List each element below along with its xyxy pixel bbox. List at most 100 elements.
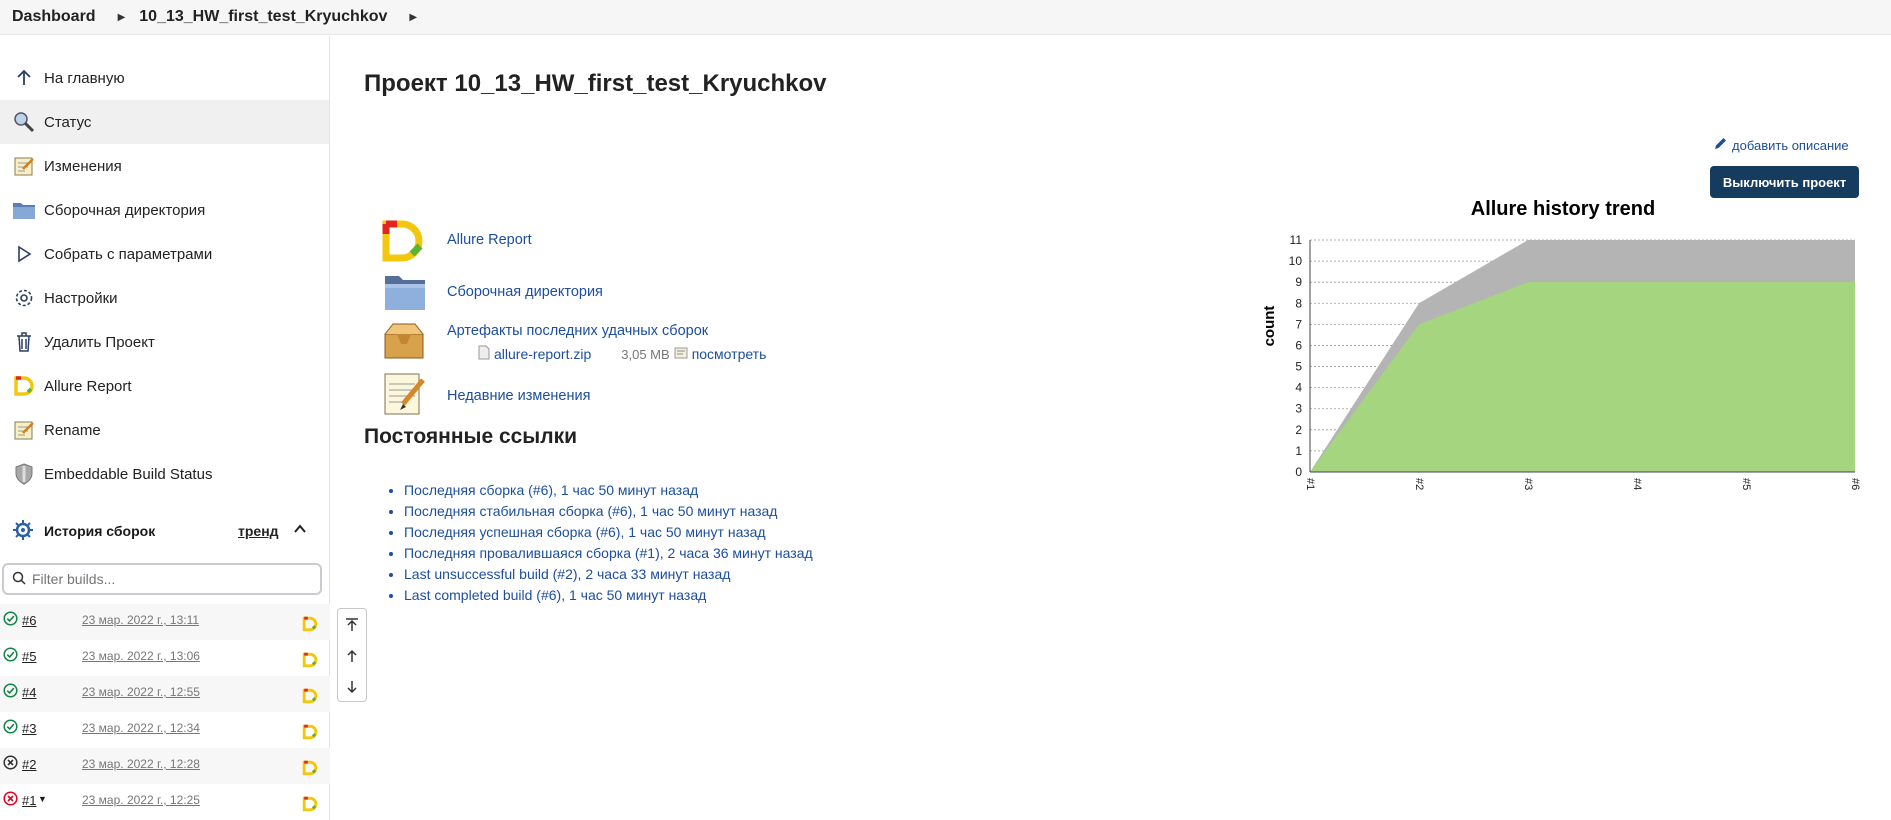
build-date-link[interactable]: 23 мар. 2022 г., 13:06 [82, 649, 200, 663]
build-date-link[interactable]: 23 мар. 2022 г., 12:25 [82, 793, 200, 807]
artifact-view-link[interactable]: посмотреть [692, 346, 767, 362]
success-icon [3, 719, 18, 737]
list-item: Last unsuccessful build (#2), 2 часа 33 … [404, 564, 813, 585]
scroll-up-icon[interactable] [338, 640, 366, 671]
chart-x-tick-label: #2 [1413, 478, 1425, 490]
play-icon [12, 242, 36, 266]
chart-y-tick-label: 7 [1295, 317, 1302, 331]
chevron-down-icon[interactable]: ▼ [38, 794, 47, 804]
list-item: Последняя стабильная сборка (#6), 1 час … [404, 501, 813, 522]
build-date-link[interactable]: 23 мар. 2022 г., 12:55 [82, 685, 200, 699]
artifact-row: allure-report.zip 3,05 MB посмотреть [478, 345, 766, 363]
chart-y-tick-label: 1 [1295, 444, 1302, 458]
sidebar-item-changes[interactable]: Изменения [0, 144, 329, 188]
permalink-last-unsuccessful-build[interactable]: Last unsuccessful build (#2), 2 часа 33 … [404, 566, 730, 582]
sidebar-item-label: Настройки [44, 289, 118, 307]
build-date-link[interactable]: 23 мар. 2022 г., 12:34 [82, 721, 200, 735]
build-row: #4 23 мар. 2022 г., 12:55 [0, 676, 330, 712]
failed-icon [3, 791, 18, 809]
build-row: #3 23 мар. 2022 г., 12:34 [0, 712, 330, 748]
scroll-controls [337, 608, 367, 702]
sidebar-item-build-with-params[interactable]: Собрать с параметрами [0, 232, 329, 276]
sidebar-item-status[interactable]: Статус [0, 100, 329, 144]
chart-y-axis-label: count [1261, 306, 1278, 347]
chart-series-area [1310, 282, 1855, 472]
chart-x-tick-label: #1 [1304, 478, 1316, 490]
trend-link[interactable]: тренд [238, 523, 279, 539]
filter-builds-field[interactable] [2, 563, 322, 595]
gear-icon [12, 286, 36, 310]
sidebar-item-allure-report[interactable]: Allure Report [0, 364, 329, 408]
sidebar-item-configure[interactable]: Настройки [0, 276, 329, 320]
chevron-up-icon[interactable] [292, 521, 308, 540]
chart-x-tick-label: #5 [1740, 478, 1752, 490]
sidebar-item-rename[interactable]: Rename [0, 408, 329, 452]
build-date-link[interactable]: 23 мар. 2022 г., 12:28 [82, 757, 200, 771]
recent-changes-link[interactable]: Недавние изменения [447, 388, 590, 404]
view-icon[interactable] [674, 346, 688, 362]
trash-icon [12, 330, 36, 354]
add-description-link[interactable]: добавить описание [1713, 136, 1849, 154]
permalinks-title: Постоянные ссылки [364, 425, 578, 448]
build-list: #6 23 мар. 2022 г., 13:11 #5 23 мар. 202… [0, 604, 330, 820]
build-number-link[interactable]: #1 [22, 793, 36, 808]
permalink-last-completed-build[interactable]: Last completed build (#6), 1 час 50 мину… [404, 587, 706, 603]
disable-project-button[interactable]: Выключить проект [1710, 166, 1859, 198]
breadcrumb-project[interactable]: 10_13_HW_first_test_Kryuchkov [139, 8, 387, 26]
breadcrumb-chevron-icon[interactable]: ▶ [409, 12, 417, 23]
allure-icon [12, 374, 36, 398]
allure-icon[interactable] [302, 796, 318, 815]
allure-icon[interactable] [302, 724, 318, 743]
chart-y-tick-label: 9 [1295, 275, 1302, 289]
artifact-file-link[interactable]: allure-report.zip [494, 346, 591, 362]
sidebar-item-label: Allure Report [44, 377, 132, 395]
chart-y-tick-label: 0 [1295, 465, 1302, 479]
build-number-link[interactable]: #6 [22, 613, 36, 628]
permalink-last-successful-build[interactable]: Последняя успешная сборка (#6), 1 час 50… [404, 524, 766, 540]
sidebar-item-label: Удалить Проект [44, 333, 155, 351]
breadcrumb-chevron-icon[interactable]: ▶ [118, 12, 126, 23]
sidebar-item-embeddable-build-status[interactable]: Embeddable Build Status [0, 452, 329, 496]
breadcrumb-bar: Dashboard ▶ 10_13_HW_first_test_Kryuchko… [0, 0, 1891, 35]
sidebar-item-label: Статус [44, 113, 92, 131]
allure-logo-icon[interactable] [382, 220, 426, 265]
add-description-label: добавить описание [1732, 137, 1849, 153]
build-row: #5 23 мар. 2022 г., 13:06 [0, 640, 330, 676]
permalink-last-stable-build[interactable]: Последняя стабильная сборка (#6), 1 час … [404, 503, 777, 519]
allure-report-link[interactable]: Allure Report [447, 232, 532, 248]
build-number-link[interactable]: #5 [22, 649, 36, 664]
sidebar-item-delete-project[interactable]: Удалить Проект [0, 320, 329, 364]
folder-icon [12, 198, 36, 222]
permalink-last-build[interactable]: Последняя сборка (#6), 1 час 50 минут на… [404, 482, 698, 498]
package-icon[interactable] [381, 320, 427, 363]
scroll-down-icon[interactable] [338, 671, 366, 702]
allure-icon[interactable] [302, 616, 318, 635]
build-history-header: История сборок тренд [0, 511, 330, 551]
permalink-last-failed-build[interactable]: Последняя провалившаяся сборка (#1), 2 ч… [404, 545, 813, 561]
file-icon [478, 345, 490, 363]
build-number-link[interactable]: #3 [22, 721, 36, 736]
allure-icon[interactable] [302, 760, 318, 779]
notepad-icon[interactable] [383, 370, 427, 419]
sidebar-item-workspace[interactable]: Сборочная директория [0, 188, 329, 232]
list-item: Последняя сборка (#6), 1 час 50 минут на… [404, 480, 813, 501]
success-icon [3, 683, 18, 701]
build-date-link[interactable]: 23 мар. 2022 г., 13:11 [82, 613, 199, 627]
build-number-link[interactable]: #2 [22, 757, 36, 772]
build-number-link[interactable]: #4 [22, 685, 36, 700]
chart-x-tick-label: #6 [1849, 478, 1860, 490]
allure-icon[interactable] [302, 652, 318, 671]
chart-x-tick-label: #4 [1631, 478, 1643, 490]
success-icon [3, 647, 18, 665]
artifacts-link[interactable]: Артефакты последних удачных сборок [447, 323, 708, 339]
filter-builds-input[interactable] [32, 571, 312, 587]
scroll-to-top-icon[interactable] [338, 609, 366, 640]
breadcrumb-dashboard[interactable]: Dashboard [12, 8, 96, 26]
allure-history-trend-chart[interactable]: 0 1 2 3 4 5 6 7 8 9 10 11 #1 #2 #3 #4 #5 #6 count [1260, 225, 1860, 510]
allure-icon[interactable] [302, 688, 318, 707]
sidebar-item-home[interactable]: На главную [0, 56, 329, 100]
list-item: Последняя успешная сборка (#6), 1 час 50… [404, 522, 813, 543]
workspace-link[interactable]: Сборочная директория [447, 284, 603, 300]
folder-icon[interactable] [383, 272, 427, 315]
chart-y-tick-label: 6 [1295, 338, 1302, 352]
